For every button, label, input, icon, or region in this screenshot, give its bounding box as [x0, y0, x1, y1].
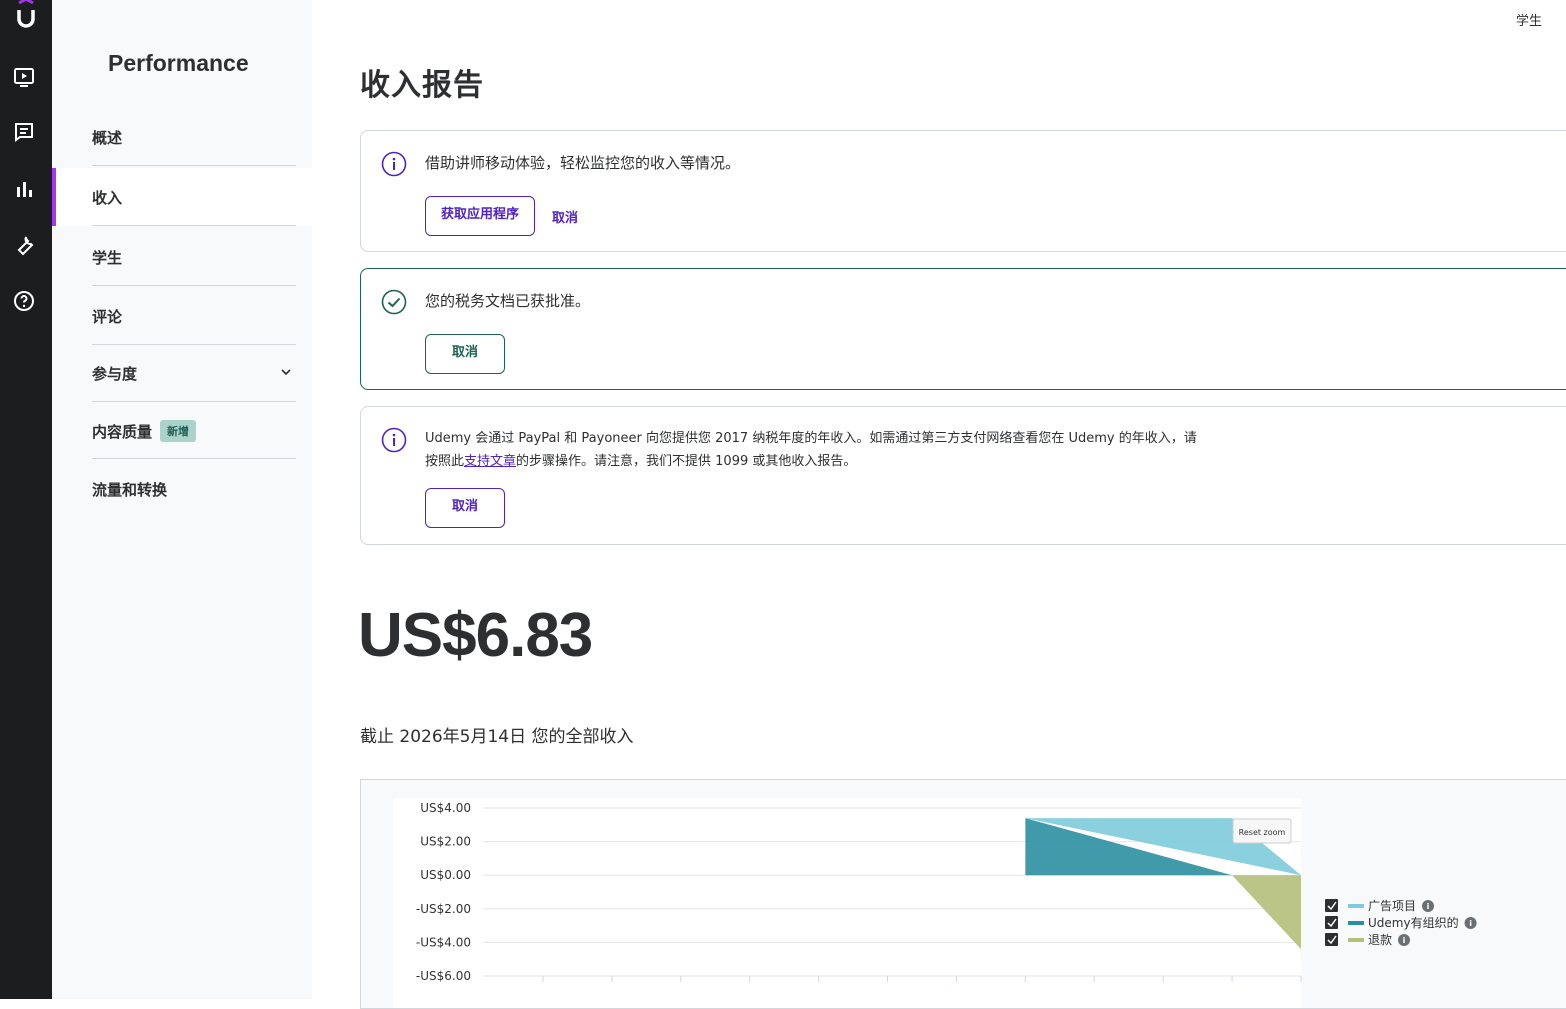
bar-chart-icon[interactable] — [12, 177, 36, 201]
alert-message: Udemy 会通过 PayPal 和 Payoneer 向您提供您 2017 纳… — [425, 427, 1197, 473]
legend-label[interactable]: 广告项目 — [1368, 899, 1416, 913]
sidebar-item-content-quality[interactable]: 内容质量 新增 — [52, 401, 312, 459]
sidebar-item-label: 参与度 — [92, 365, 138, 383]
icon-rail — [0, 0, 52, 999]
sidebar-item-label: 概述 — [92, 129, 123, 147]
y-tick-label: US$0.00 — [420, 868, 471, 882]
sidebar-item-label-wrap: 内容质量 新增 — [92, 420, 197, 442]
page-title: 收入报告 — [360, 68, 484, 103]
total-revenue-amount: US$6.83 — [358, 601, 593, 670]
alert-line-2-pre: 按照此 — [425, 454, 465, 469]
dismiss-button[interactable]: 取消 — [425, 488, 505, 528]
info-icon-glyph: i — [1427, 902, 1430, 911]
sidebar-item-label: 收入 — [92, 189, 123, 207]
divider — [92, 285, 296, 286]
sidebar-item-students[interactable]: 学生 — [52, 228, 312, 286]
udemy-logo[interactable] — [0, 0, 52, 34]
sidebar-item-label: 学生 — [92, 249, 123, 267]
alert-line-1: Udemy 会通过 PayPal 和 Payoneer 向您提供您 2017 纳… — [425, 431, 1197, 446]
legend-label[interactable]: Udemy有组织的 — [1368, 915, 1459, 930]
sidebar-item-label: 内容质量 — [92, 423, 153, 441]
new-badge: 新增 — [160, 420, 197, 442]
revenue-chart: US$4.00 US$2.00 US$0.00 -US$2.00 -US$4.00 -US… — [360, 779, 1566, 1009]
tv-play-icon[interactable] — [12, 65, 36, 89]
legend-swatch — [1348, 921, 1364, 925]
sidebar-item-revenue[interactable]: 收入 — [52, 168, 312, 226]
alert-message: 您的税务文档已获批准。 — [425, 292, 591, 310]
divider — [92, 165, 296, 166]
student-view-link[interactable]: 学生 — [1516, 10, 1542, 29]
y-tick-label: -US$4.00 — [416, 935, 471, 949]
y-tick-label: -US$2.00 — [416, 902, 471, 916]
legend-checkbox[interactable] — [1325, 933, 1338, 946]
info-icon — [381, 427, 407, 453]
info-icon — [381, 151, 407, 177]
chevron-down-icon — [281, 369, 291, 376]
sidebar-item-overview[interactable]: 概述 — [52, 108, 312, 166]
reset-zoom-label: Reset zoom — [1239, 828, 1286, 837]
sidebar-item-traffic-conversion[interactable]: 流量和转换 — [52, 460, 312, 518]
y-tick-label: US$4.00 — [420, 801, 471, 815]
help-icon[interactable] — [12, 289, 36, 313]
wrench-icon[interactable] — [12, 233, 36, 257]
sidebar-title: Performance — [108, 50, 249, 76]
annual-income-info-alert: Udemy 会通过 PayPal 和 Payoneer 向您提供您 2017 纳… — [360, 406, 1566, 545]
legend-label[interactable]: 退款 — [1368, 933, 1392, 947]
alert-line-2-post: 的步骤操作。请注意，我们不提供 1099 或其他收入报告。 — [516, 454, 857, 469]
sidebar-item-engagement[interactable]: 参与度 — [52, 344, 312, 402]
tax-approved-alert: 您的税务文档已获批准。 取消 — [360, 268, 1566, 390]
legend-swatch — [1348, 904, 1364, 908]
alert-message: 借助讲师移动体验，轻松监控您的收入等情况。 — [425, 154, 741, 172]
dismiss-button[interactable]: 取消 — [425, 334, 505, 374]
get-app-button[interactable]: 获取应用程序 — [425, 196, 535, 236]
dismiss-button[interactable]: 取消 — [552, 207, 578, 226]
legend-checkbox[interactable] — [1325, 916, 1338, 929]
divider — [92, 225, 296, 226]
y-tick-label: US$2.00 — [420, 835, 471, 849]
divider — [92, 458, 296, 459]
total-revenue-caption: 截止 2026年5月14日 您的全部收入 — [360, 727, 634, 747]
sidebar-item-label: 评论 — [92, 308, 123, 326]
sidebar-item-label: 流量和转换 — [92, 481, 168, 499]
sidebar-item-reviews[interactable]: 评论 — [52, 287, 312, 345]
alert-line-2: 按照此支持文章的步骤操作。请注意，我们不提供 1099 或其他收入报告。 — [425, 450, 1197, 473]
message-icon[interactable] — [12, 120, 36, 144]
revenue-chart-svg: US$4.00 US$2.00 US$0.00 -US$2.00 -US$4.00 -US… — [393, 798, 1477, 1008]
support-article-link[interactable]: 支持文章 — [464, 454, 516, 469]
legend-swatch — [1348, 938, 1364, 942]
info-icon-glyph: i — [1403, 936, 1406, 945]
mobile-app-alert: 借助讲师移动体验，轻松监控您的收入等情况。 获取应用程序 取消 — [360, 130, 1566, 252]
y-tick-label: -US$6.00 — [416, 969, 471, 983]
info-icon-glyph: i — [1469, 919, 1472, 928]
performance-sidebar: Performance 概述 收入 学生 评论 参与度 内容质量 新增 流量和转换 — [52, 0, 312, 999]
legend-checkbox[interactable] — [1325, 899, 1338, 912]
check-circle-icon — [381, 289, 407, 315]
